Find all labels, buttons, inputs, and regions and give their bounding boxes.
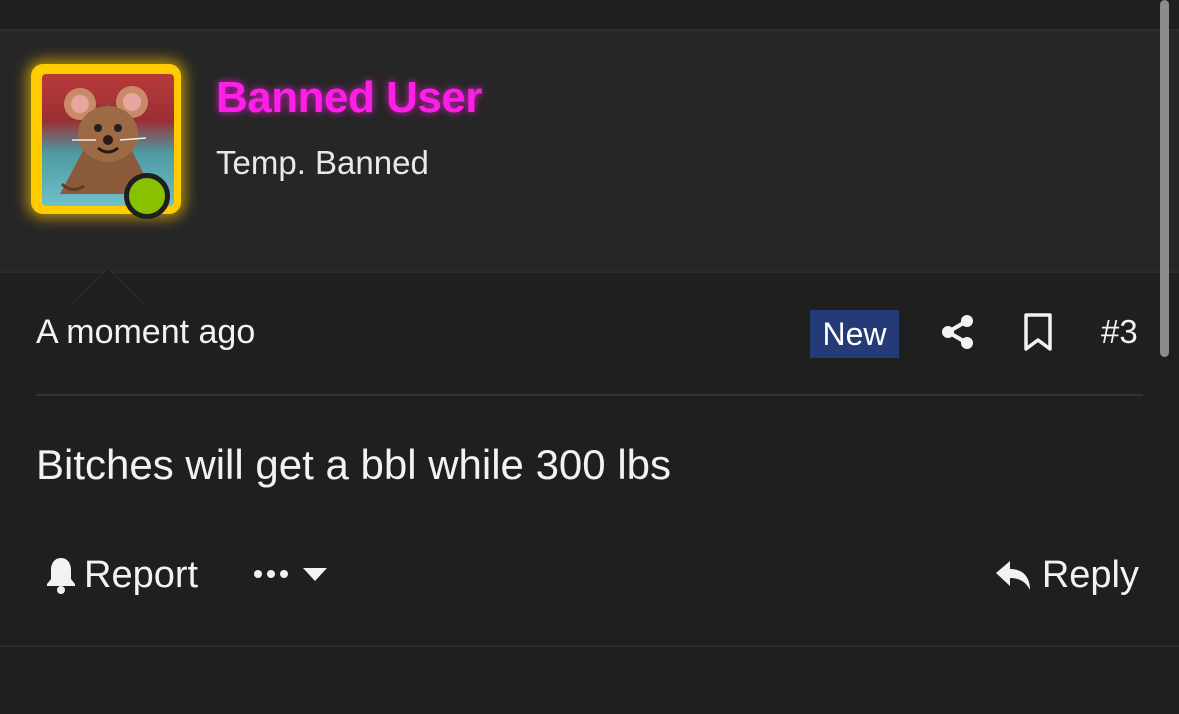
message-attribution: A moment ago New #3 xyxy=(0,300,1179,370)
post-body: Bitches will get a bbl while 300 lbs xyxy=(36,441,672,488)
post-bottom-border xyxy=(0,645,1179,647)
bookmark-icon xyxy=(1024,313,1052,351)
ellipsis-icon xyxy=(254,570,288,578)
divider xyxy=(36,394,1143,396)
share-button[interactable] xyxy=(938,312,978,352)
bell-icon xyxy=(47,558,75,594)
message-arrow xyxy=(74,269,142,303)
reply-button[interactable]: Reply xyxy=(994,550,1139,600)
post-timestamp[interactable]: A moment ago xyxy=(36,313,255,352)
scrollbar[interactable] xyxy=(1160,0,1169,357)
new-badge: New xyxy=(810,310,899,358)
report-label: Report xyxy=(84,553,199,596)
share-icon xyxy=(942,315,973,349)
post-number-link[interactable]: #3 xyxy=(1101,313,1138,351)
report-button[interactable]: Report xyxy=(44,550,198,600)
reply-icon xyxy=(995,561,1030,590)
bookmark-button[interactable] xyxy=(1020,312,1056,352)
username[interactable]: Banned User xyxy=(216,73,482,123)
avatar-frame[interactable] xyxy=(31,64,181,219)
message-user-block: Banned User Temp. Banned xyxy=(0,31,1179,303)
online-status-dot xyxy=(124,173,170,219)
caret-down-icon xyxy=(303,568,327,581)
more-options-button[interactable] xyxy=(252,556,332,592)
reply-label: Reply xyxy=(1041,553,1139,596)
top-strip xyxy=(0,0,1179,31)
user-title: Temp. Banned xyxy=(216,144,429,181)
